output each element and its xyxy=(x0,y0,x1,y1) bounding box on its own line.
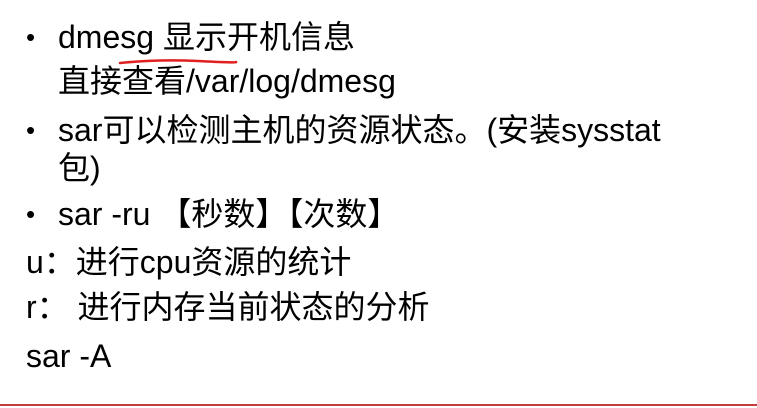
bullet-marker: • xyxy=(26,22,36,52)
bottom-divider xyxy=(0,404,757,406)
r-option-line: r： 进行内存当前状态的分析 xyxy=(26,289,430,325)
sar-a-line: sar -A xyxy=(26,338,112,374)
u-option-line: u：进行cpu资源的统计 xyxy=(26,244,352,280)
sar-description-line: sar可以检测主机的资源状态。(安装sysstat xyxy=(58,112,661,148)
dmesg-path-line: 直接查看/var/log/dmesg xyxy=(58,63,396,99)
dmesg-line: dmesg 显示开机信息 xyxy=(58,19,355,55)
bullet-marker: • xyxy=(26,115,36,145)
slide: • dmesg 显示开机信息 直接查看/var/log/dmesg • sar可… xyxy=(0,0,757,408)
bullet-marker: • xyxy=(26,199,36,229)
sar-description-continuation: 包) xyxy=(58,150,101,186)
sar-ru-line: sar -ru 【秒数】【次数】 xyxy=(58,196,400,232)
